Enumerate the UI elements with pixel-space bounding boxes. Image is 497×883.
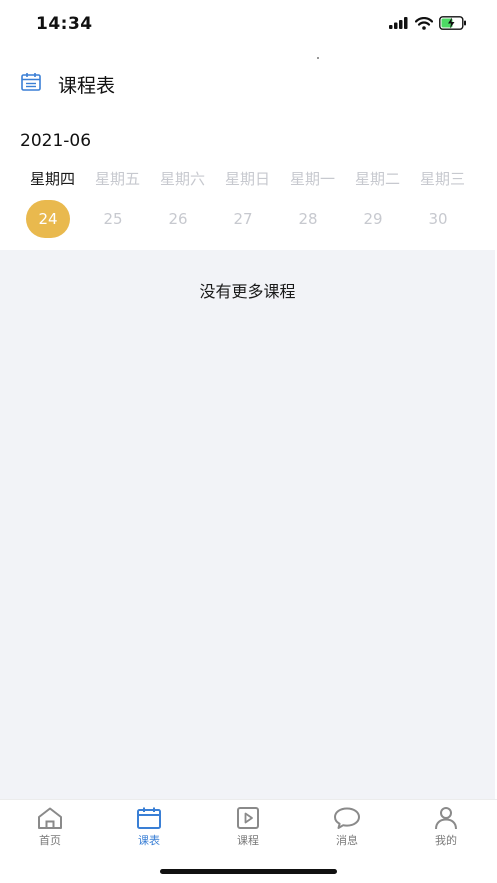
weekday-label[interactable]: 星期日 [215,168,280,189]
tab-label: 首页 [39,834,61,847]
weekday-label[interactable]: 星期四 [20,168,85,189]
battery-charging-icon [439,16,466,30]
date-item[interactable]: 26 [156,200,200,238]
date-item[interactable]: 27 [221,200,265,238]
status-time: 14:34 [36,14,93,34]
weekday-label[interactable]: 星期五 [85,168,150,189]
weekday-label[interactable]: 星期一 [280,168,345,189]
weekday-row: 星期四 星期五 星期六 星期日 星期一 星期二 星期三 [0,168,497,196]
page-title: 课程表 [58,75,116,97]
empty-state-message: 没有更多课程 [199,282,296,301]
status-bar: 14:34 [0,0,497,50]
home-icon [38,807,62,829]
tab-courses[interactable]: 课程 [208,806,288,856]
course-list-area[interactable]: 没有更多课程 [0,250,495,799]
bottom-tab-bar: 首页 课表 课程 消息 我的 [0,799,497,860]
weekday-label[interactable]: 星期六 [150,168,215,189]
message-icon [334,807,360,829]
calendar-icon [21,73,41,91]
decorative-dot [317,57,319,59]
tab-label: 我的 [435,834,457,847]
tab-label: 课程 [237,834,259,847]
weekday-label[interactable]: 星期三 [410,168,475,189]
tab-label: 课表 [138,834,160,847]
page-header: 课程表 [0,62,497,106]
date-item-selected[interactable]: 24 [26,200,70,238]
date-item[interactable]: 29 [351,200,395,238]
video-icon [237,807,259,829]
status-icons [389,16,467,30]
wifi-icon [415,16,433,30]
tab-schedule[interactable]: 课表 [109,806,189,856]
date-item[interactable]: 25 [91,200,135,238]
profile-icon [435,807,457,830]
date-item[interactable]: 28 [286,200,330,238]
tab-profile[interactable]: 我的 [406,806,486,856]
signal-icon [389,17,408,29]
tab-label: 消息 [336,834,358,847]
month-label: 2021-06 [20,131,92,151]
home-indicator [160,869,337,874]
tab-messages[interactable]: 消息 [307,806,387,856]
date-row: 24 25 26 27 28 29 30 [0,200,497,238]
date-item[interactable]: 30 [416,200,460,238]
calendar-icon [137,807,161,829]
weekday-label[interactable]: 星期二 [345,168,410,189]
tab-home[interactable]: 首页 [10,806,90,856]
